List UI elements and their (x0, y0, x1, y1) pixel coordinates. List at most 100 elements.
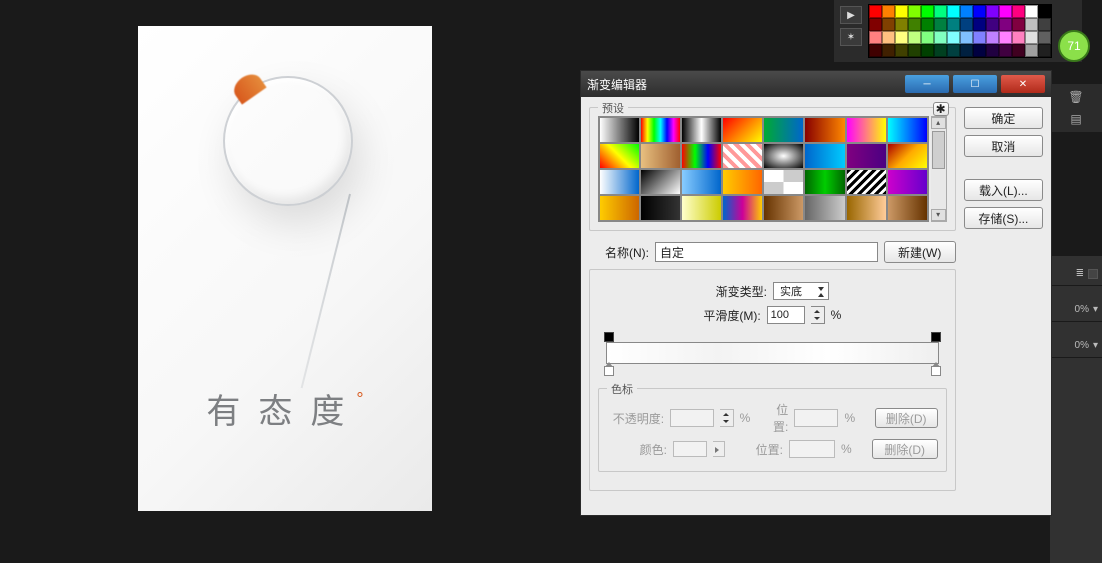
presets-menu-button[interactable]: ✱ (933, 102, 949, 116)
ok-button[interactable]: 确定 (964, 107, 1043, 129)
swatch[interactable] (921, 44, 934, 57)
swatch[interactable] (986, 44, 999, 57)
preset-cell[interactable] (846, 143, 887, 169)
swatch[interactable] (960, 18, 973, 31)
swatch[interactable] (960, 31, 973, 44)
swatch[interactable] (1012, 44, 1025, 57)
preset-cell[interactable] (887, 169, 928, 195)
preset-cell[interactable] (804, 169, 845, 195)
preset-cell[interactable] (681, 169, 722, 195)
preset-cell[interactable] (804, 117, 845, 143)
trash-icon[interactable]: 🗑 (1067, 88, 1085, 106)
type-select[interactable]: 实底 (773, 282, 829, 300)
preset-cell[interactable] (640, 195, 681, 221)
preset-cell[interactable] (681, 143, 722, 169)
swatch[interactable] (908, 44, 921, 57)
swatch[interactable] (882, 18, 895, 31)
swatch[interactable] (986, 18, 999, 31)
gradient-bar[interactable] (606, 342, 939, 364)
swatch[interactable] (908, 18, 921, 31)
opacity-stop-right[interactable] (931, 332, 941, 342)
preset-scrollbar[interactable]: ▴ ▾ (931, 116, 947, 222)
save-button[interactable]: 存储(S)... (964, 207, 1043, 229)
swatch[interactable] (973, 18, 986, 31)
swatch[interactable] (895, 18, 908, 31)
preset-cell[interactable] (681, 195, 722, 221)
scroll-thumb[interactable] (932, 131, 945, 169)
swatch[interactable] (947, 44, 960, 57)
preset-cell[interactable] (599, 195, 640, 221)
swatch[interactable] (960, 5, 973, 18)
swatch[interactable] (869, 31, 882, 44)
swatch[interactable] (1025, 18, 1038, 31)
preset-cell[interactable] (887, 195, 928, 221)
swatch[interactable] (921, 31, 934, 44)
swatch[interactable] (1012, 5, 1025, 18)
preset-cell[interactable] (599, 169, 640, 195)
swatch[interactable] (947, 31, 960, 44)
cancel-button[interactable]: 取消 (964, 135, 1043, 157)
swatch[interactable] (1025, 31, 1038, 44)
preset-cell[interactable] (763, 117, 804, 143)
preset-cell[interactable] (887, 117, 928, 143)
preset-cell[interactable] (722, 169, 763, 195)
swatch[interactable] (986, 31, 999, 44)
preset-cell[interactable] (640, 169, 681, 195)
swatch[interactable] (934, 18, 947, 31)
swatch[interactable] (986, 5, 999, 18)
swatch-grid[interactable] (868, 4, 1052, 58)
swatch[interactable] (895, 31, 908, 44)
dock-row[interactable]: ≣ (1050, 262, 1102, 286)
preset-cell[interactable] (804, 195, 845, 221)
preset-cell[interactable] (763, 195, 804, 221)
preset-cell[interactable] (722, 143, 763, 169)
preset-cell[interactable] (640, 143, 681, 169)
preset-cell[interactable] (846, 117, 887, 143)
scroll-down-arrow[interactable]: ▾ (931, 209, 946, 221)
smoothness-input[interactable]: 100 (767, 306, 805, 324)
color-stop-right[interactable] (931, 366, 941, 376)
swatch[interactable] (973, 44, 986, 57)
gradient-bar-area[interactable] (598, 330, 947, 382)
preset-cell[interactable] (846, 195, 887, 221)
maximize-button[interactable]: ☐ (953, 75, 997, 93)
swatch[interactable] (895, 5, 908, 18)
preset-cell[interactable] (846, 169, 887, 195)
swatch[interactable] (869, 5, 882, 18)
swatch[interactable] (973, 31, 986, 44)
preset-cell[interactable] (640, 117, 681, 143)
smoothness-spinner[interactable] (811, 306, 825, 324)
swatch[interactable] (1012, 31, 1025, 44)
preset-cell[interactable] (804, 143, 845, 169)
swatch[interactable] (908, 5, 921, 18)
swatch[interactable] (999, 5, 1012, 18)
swatch[interactable] (999, 31, 1012, 44)
swatch[interactable] (999, 18, 1012, 31)
swatch[interactable] (921, 18, 934, 31)
swatch[interactable] (934, 5, 947, 18)
preset-cell[interactable] (599, 143, 640, 169)
minimize-button[interactable]: ─ (905, 75, 949, 93)
swatch[interactable] (973, 5, 986, 18)
scroll-up-arrow[interactable]: ▴ (931, 117, 946, 129)
swatch[interactable] (1012, 18, 1025, 31)
preset-cell[interactable] (722, 195, 763, 221)
swatch[interactable] (1038, 5, 1051, 18)
swatch[interactable] (934, 31, 947, 44)
preset-cell[interactable] (763, 143, 804, 169)
preset-cell[interactable] (887, 143, 928, 169)
swatch[interactable] (869, 18, 882, 31)
swatch[interactable] (947, 5, 960, 18)
swatch[interactable] (882, 44, 895, 57)
swatch[interactable] (1025, 5, 1038, 18)
preset-cell[interactable] (763, 169, 804, 195)
brush-icon[interactable]: ✶ (840, 28, 862, 46)
swatch[interactable] (921, 5, 934, 18)
swatch[interactable] (895, 44, 908, 57)
swatch[interactable] (908, 31, 921, 44)
swatch[interactable] (1038, 18, 1051, 31)
close-button[interactable]: ✕ (1001, 75, 1045, 93)
swatch[interactable] (947, 18, 960, 31)
swatch[interactable] (1038, 44, 1051, 57)
swatch[interactable] (960, 44, 973, 57)
